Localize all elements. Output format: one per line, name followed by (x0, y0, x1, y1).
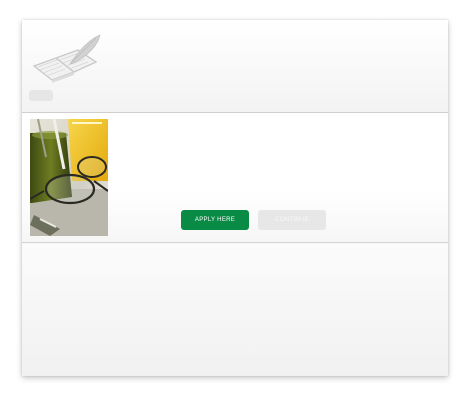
lab-glassware-and-glasses-photo (30, 119, 108, 236)
book-and-quill-icon (32, 34, 101, 83)
apply-here-button[interactable]: APPLY HERE (181, 210, 249, 230)
main-content: APPLY HERE CONTINUE (22, 113, 448, 243)
header-tab-pill[interactable] (29, 90, 53, 101)
continue-button[interactable]: CONTINUE (258, 210, 326, 230)
page-header (22, 20, 448, 113)
page-footer (22, 244, 448, 376)
